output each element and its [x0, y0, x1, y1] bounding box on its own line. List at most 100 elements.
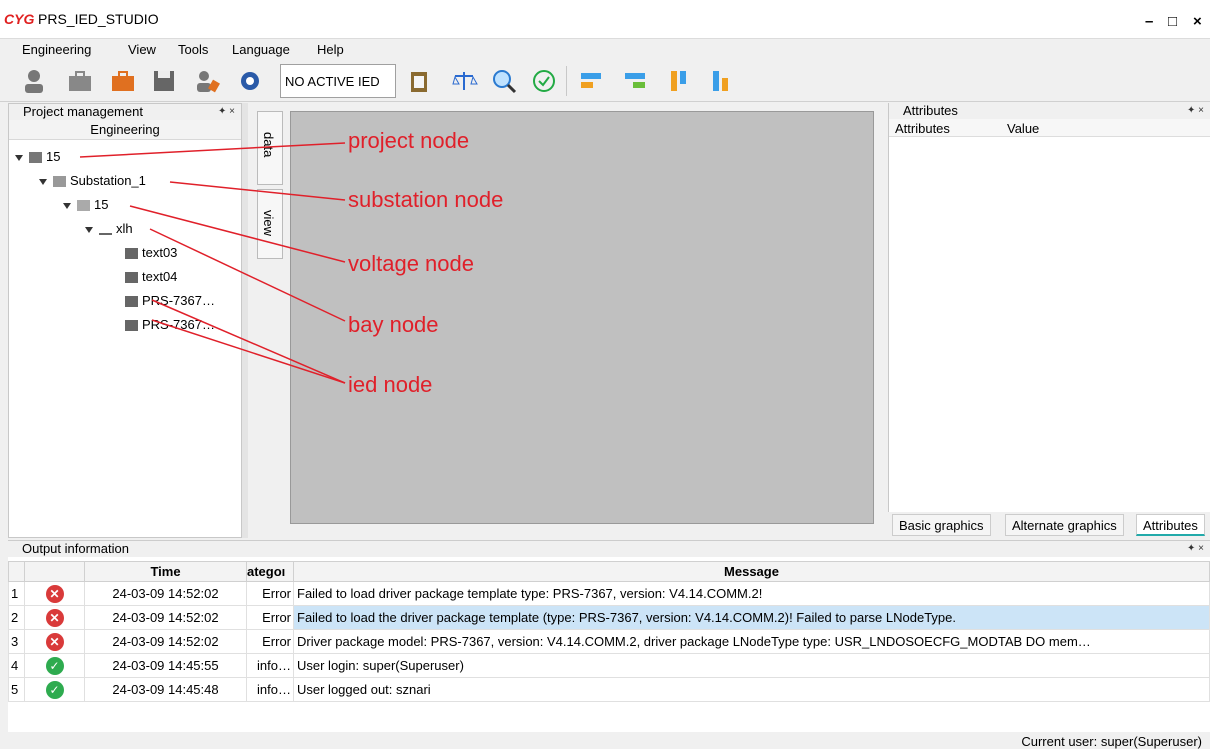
tree-bay-node[interactable]: xlh	[85, 220, 133, 238]
menu-view[interactable]: View	[128, 42, 156, 57]
annotation-ied-node: ied node	[348, 372, 433, 397]
ied-node-label: text04	[142, 269, 178, 284]
column-message[interactable]: Message	[293, 561, 1210, 582]
align-bottom-icon[interactable]	[708, 67, 736, 95]
status-cell: ✕	[24, 605, 85, 630]
ied-icon	[125, 248, 138, 260]
save-icon[interactable]	[150, 67, 178, 95]
panel-title: Project management	[23, 104, 143, 119]
project-management-panel: Project management ✦ × Engineering 15 Sub…	[8, 103, 242, 538]
close-button[interactable]: ×	[1193, 13, 1202, 30]
tree-project-node[interactable]: 15	[15, 148, 60, 166]
expand-arrow-icon[interactable]	[63, 202, 71, 209]
panel-header: Output information ✦ ×	[8, 541, 1210, 557]
validate-check-icon[interactable]	[530, 67, 558, 95]
voltage-icon	[77, 200, 90, 212]
tab-view[interactable]: view	[257, 189, 283, 259]
tab-basic-graphics[interactable]: Basic graphics	[892, 514, 991, 536]
tab-alternate-graphics[interactable]: Alternate graphics	[1005, 514, 1124, 536]
panel-title: Attributes	[903, 103, 958, 118]
table-header-row: Time ategoı Message	[8, 561, 1210, 582]
ied-node-label: text03	[142, 245, 178, 260]
success-check-icon: ✓	[45, 656, 64, 675]
expand-arrow-icon[interactable]	[39, 178, 47, 185]
category-cell: Error	[246, 605, 294, 630]
row-number: 4	[8, 653, 25, 678]
column-time[interactable]: Time	[84, 561, 247, 582]
annotation-voltage-node: voltage node	[348, 251, 474, 276]
column-index	[8, 561, 25, 582]
pin-icon[interactable]: ✦ ×	[1187, 541, 1204, 557]
table-row[interactable]: 5 ✓ 24-03-09 14:45:48 info… User logged …	[8, 677, 1210, 702]
attributes-panel: Attributes ✦ × Attributes Value	[888, 103, 1210, 538]
tab-data-label: data	[261, 132, 276, 158]
category-cell: Error	[246, 629, 294, 654]
tree-ied-node[interactable]: PRS-7367…	[125, 292, 215, 310]
annotation-substation-node: substation node	[348, 187, 504, 212]
substation-icon	[53, 176, 66, 188]
project-node-label: 15	[46, 149, 61, 164]
row-number: 3	[8, 629, 25, 654]
annotation-project-node: project node	[348, 128, 470, 153]
table-row[interactable]: 1 ✕ 24-03-09 14:52:02 Error Failed to lo…	[8, 581, 1210, 606]
ied-icon	[125, 296, 138, 308]
message-cell: Failed to load driver package template t…	[293, 581, 1210, 606]
align-left-icon[interactable]	[577, 67, 605, 95]
status-bar: Current user: super(Superuser)	[0, 733, 1210, 749]
menu-language[interactable]: Language	[232, 42, 290, 57]
expand-arrow-icon[interactable]	[15, 154, 23, 161]
tab-view-label: view	[261, 210, 276, 237]
table-row[interactable]: 3 ✕ 24-03-09 14:52:02 Error Driver packa…	[8, 629, 1210, 654]
user-edit-icon[interactable]	[193, 67, 221, 95]
pin-icon[interactable]: ✦ ×	[218, 104, 235, 120]
menu-engineering[interactable]: Engineering	[22, 42, 91, 57]
briefcase-icon[interactable]	[66, 67, 94, 95]
tree-ied-node[interactable]: text03	[125, 244, 177, 262]
tab-data[interactable]: data	[257, 111, 283, 185]
expand-arrow-icon[interactable]	[85, 226, 93, 233]
column-status	[24, 561, 85, 582]
time-cell: 24-03-09 14:52:02	[84, 629, 247, 654]
category-cell: info…	[246, 653, 294, 678]
table-row[interactable]: 4 ✓ 24-03-09 14:45:55 info… User login: …	[8, 653, 1210, 678]
maximize-button[interactable]: □	[1168, 13, 1177, 30]
clipboard-icon[interactable]	[405, 67, 433, 95]
tab-attributes[interactable]: Attributes	[1136, 514, 1205, 536]
open-project-icon[interactable]	[109, 67, 137, 95]
align-right-icon[interactable]	[621, 67, 649, 95]
pin-icon[interactable]: ✦ ×	[1187, 103, 1204, 119]
app-title: PRS_IED_STUDIO	[38, 11, 159, 27]
align-top-icon[interactable]	[666, 67, 694, 95]
success-check-icon: ✓	[45, 680, 64, 699]
ied-icon	[125, 320, 138, 332]
compare-scale-icon[interactable]	[450, 67, 478, 95]
table-row[interactable]: 2 ✕ 24-03-09 14:52:02 Error Failed to lo…	[8, 605, 1210, 630]
tree-substation-node[interactable]: Substation_1	[39, 172, 146, 190]
tree-ied-node[interactable]: PRS-7367…	[125, 316, 215, 334]
time-cell: 24-03-09 14:52:02	[84, 605, 247, 630]
message-cell: User logged out: sznari	[293, 677, 1210, 702]
status-cell: ✕	[24, 629, 85, 654]
app-logo: CYG	[4, 11, 35, 27]
tree-ied-node[interactable]: text04	[125, 268, 177, 286]
panel-header: Project management ✦ ×	[9, 104, 241, 120]
user-icon[interactable]	[20, 67, 48, 95]
bay-node-label: xlh	[116, 221, 133, 236]
column-value: Value	[1007, 121, 1040, 136]
column-category[interactable]: ategoı	[246, 561, 294, 582]
ied-node-label: PRS-7367…	[142, 317, 215, 332]
minimize-button[interactable]: –	[1145, 13, 1153, 30]
toolbar: NO ACTIVE IED	[0, 60, 1210, 102]
tree-voltage-node[interactable]: 15	[63, 196, 108, 214]
error-icon: ✕	[45, 632, 64, 651]
settings-gear-icon[interactable]	[236, 67, 264, 95]
row-number: 5	[8, 677, 25, 702]
menu-tools[interactable]: Tools	[178, 42, 208, 57]
menu-help[interactable]: Help	[317, 42, 344, 57]
active-ied-selector[interactable]: NO ACTIVE IED	[280, 64, 396, 98]
output-information-panel: Output information ✦ × Time ategoı Messag…	[8, 540, 1210, 732]
panel-title: Output information	[22, 541, 129, 556]
search-icon[interactable]	[490, 67, 518, 95]
time-cell: 24-03-09 14:45:55	[84, 653, 247, 678]
ied-node-label: PRS-7367…	[142, 293, 215, 308]
